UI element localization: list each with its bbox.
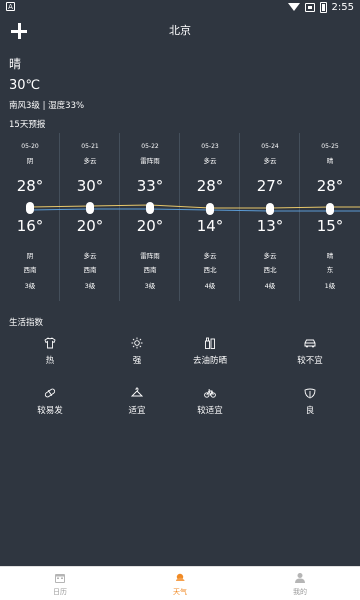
- forecast-wind-dir: 西南: [143, 266, 157, 274]
- shirt-icon: [44, 337, 56, 349]
- forecast-day-weather: 阴: [26, 157, 34, 165]
- forecast-night-weather: 雷阵雨: [140, 252, 160, 260]
- forecast-day-weather: 晴: [326, 157, 334, 165]
- forecast-day[interactable]: 05-24 多云 27° 13° 多云 西北 4级: [240, 133, 300, 301]
- forecast-low: 13°: [256, 217, 284, 235]
- forecast-day[interactable]: 05-20 阴 28° 16° 阴 西南 3级: [0, 133, 60, 301]
- forecast-high: 28°: [16, 177, 44, 195]
- forecast-date: 05-20: [21, 143, 39, 150]
- tab-label: 我的: [293, 588, 307, 596]
- calendar-icon: [55, 574, 65, 583]
- forecast-day[interactable]: 05-21 多云 30° 20° 多云 西南 3级: [60, 133, 120, 301]
- tab-profile[interactable]: 我的: [240, 567, 360, 600]
- life-index-label: 较易发: [37, 406, 63, 416]
- forecast-wind-level: 4级: [264, 282, 276, 290]
- battery-icon: [319, 1, 327, 13]
- forecast-wind-level: 1级: [324, 282, 336, 290]
- forecast-wind-dir: 西北: [203, 266, 217, 274]
- forecast-high: 28°: [196, 177, 224, 195]
- forecast-date: 05-21: [81, 143, 99, 150]
- forecast-low: 14°: [196, 217, 224, 235]
- forecast-wind-dir: 西南: [83, 266, 97, 274]
- forecast-wind-level: 4级: [204, 282, 216, 290]
- current-temperature: 30℃: [9, 78, 41, 93]
- sun-icon: [131, 337, 143, 349]
- forecast-day-weather: 多云: [203, 157, 217, 165]
- forecast-night-weather: 晴: [326, 252, 334, 260]
- forecast-wind-level: 3级: [84, 282, 96, 290]
- forecast-low: 16°: [16, 217, 44, 235]
- status-time: 2:55: [331, 1, 354, 13]
- forecast-night-weather: 多云: [203, 252, 217, 260]
- weather-icon: [176, 573, 185, 581]
- life-index-label: 热: [45, 356, 55, 366]
- forecast-low: 20°: [76, 217, 104, 235]
- sunscreen-icon: [205, 337, 215, 349]
- tab-weather[interactable]: 天气: [120, 567, 240, 600]
- forecast-wind-dir: 西北: [263, 266, 277, 274]
- current-condition: 晴: [9, 57, 22, 71]
- life-index-cosmetics[interactable]: 去油防晒: [165, 336, 255, 376]
- forecast-title: 15天预报: [9, 120, 46, 130]
- forecast-night-weather: 阴: [26, 252, 34, 260]
- life-index-label: 较适宜: [197, 406, 223, 416]
- forecast-day[interactable]: 05-23 多云 28° 14° 多云 西北 4级: [180, 133, 240, 301]
- current-details: 南风3级 | 湿度33%: [9, 101, 85, 111]
- forecast-day-weather: 雷阵雨: [140, 157, 160, 165]
- forecast-day[interactable]: 05-22 雷阵雨 33° 20° 雷阵雨 西南 3级: [120, 133, 180, 301]
- life-index-sport[interactable]: 较适宜: [165, 386, 255, 426]
- forecast-low: 15°: [316, 217, 344, 235]
- forecast-date: 05-25: [321, 143, 339, 150]
- forecast-date: 05-24: [261, 143, 279, 150]
- status-bar: A 2:55: [0, 0, 360, 14]
- notification-a-icon: A: [6, 2, 15, 11]
- life-index-car-wash[interactable]: 较不宜: [265, 336, 355, 376]
- bottom-tab-bar: 日历 天气 我的: [0, 566, 360, 600]
- tab-label: 天气: [173, 588, 187, 596]
- forecast-night-weather: 多云: [263, 252, 277, 260]
- tab-label: 日历: [53, 588, 67, 596]
- life-index-air[interactable]: 良: [265, 386, 355, 426]
- forecast-wind-dir: 东: [326, 266, 334, 274]
- forecast-high: 28°: [316, 177, 344, 195]
- forecast-wind-dir: 西南: [23, 266, 37, 274]
- forecast-high: 30°: [76, 177, 104, 195]
- forecast-wind-level: 3级: [24, 282, 36, 290]
- city-name: 北京: [169, 24, 191, 37]
- forecast-panel[interactable]: 05-20 阴 28° 16° 阴 西南 3级 05-21 多云 30° 20°…: [0, 133, 360, 301]
- forecast-day-weather: 多云: [83, 157, 97, 165]
- leaf-icon: [304, 388, 316, 399]
- tab-calendar[interactable]: 日历: [0, 567, 120, 600]
- forecast-high: 33°: [136, 177, 164, 195]
- life-index-title: 生活指数: [9, 318, 44, 328]
- life-index-label: 良: [305, 406, 315, 416]
- user-icon: [295, 573, 305, 583]
- life-index-label: 去油防晒: [192, 356, 227, 366]
- wifi-icon: [287, 3, 300, 11]
- forecast-day-weather: 多云: [263, 157, 277, 165]
- life-index-label: 较不宜: [297, 356, 323, 366]
- signal-icon: [304, 2, 315, 12]
- forecast-date: 05-22: [141, 143, 159, 150]
- forecast-date: 05-23: [201, 143, 219, 150]
- life-index-clothing[interactable]: 热: [5, 336, 95, 376]
- car-icon: [304, 339, 316, 348]
- forecast-day[interactable]: 05-25 晴 28° 15° 晴 东 1级: [300, 133, 360, 301]
- forecast-high: 27°: [256, 177, 284, 195]
- bicycle-icon: [204, 389, 216, 398]
- forecast-night-weather: 多云: [83, 252, 97, 260]
- pill-icon: [44, 388, 56, 398]
- hanger-icon: [131, 387, 143, 397]
- status-icons: 2:55: [287, 1, 354, 13]
- forecast-low: 20°: [136, 217, 164, 235]
- life-index-cold[interactable]: 较易发: [5, 386, 95, 426]
- forecast-wind-level: 3级: [144, 282, 156, 290]
